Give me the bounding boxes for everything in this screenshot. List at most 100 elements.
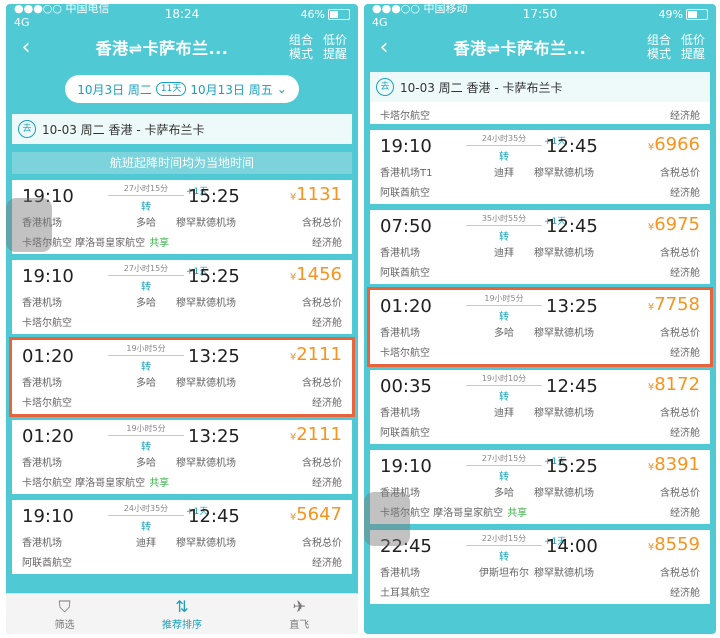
flight-card[interactable]: 19:10 24小时35分转 +1天 12:45 香港机场T1 迪拜 穆罕默德机场 阿联酋航空… [370,130,710,204]
transfer-label: 转 [141,522,151,533]
floating-assistive-button[interactable] [6,198,52,252]
departure-time: 00:35 [380,376,432,397]
departure-airport: 香港机场 [380,408,420,419]
back-chevron-icon[interactable]: ‹ [12,35,40,60]
arrival-time: 15:25 [546,456,598,477]
flight-card[interactable]: 01:20 19小时5分转 13:25 香港机场 多哈 穆罕默德机场 卡塔尔航空 ¥7758 含… [367,287,713,367]
route-title: 香港⇌卡萨布兰... [453,39,587,58]
combo-mode-button[interactable]: 组合 模式 [642,33,676,61]
status-bar: ●●●○○ 中国移动 4G 17:50 49% [364,4,716,29]
transfer-city: 多哈 [494,488,514,499]
price-total: ¥8559 [648,534,700,555]
flight-duration: 22小时15分 [481,534,527,543]
tax-included-label: 含税总价 [302,218,342,229]
flight-card[interactable]: 01:20 19小时5分转 13:25 香港机场 多哈 穆罕默德机场 卡塔尔航空 摩洛哥皇家… [12,420,352,494]
flight-duration: 27小时15分 [481,454,527,463]
tax-included-label: 含税总价 [302,538,342,549]
transfer-label: 转 [499,312,509,323]
transfer-label: 转 [499,232,509,243]
partial-flight-card[interactable]: 卡塔尔航空 经济舱 [370,102,710,124]
price-total: ¥1456 [290,264,342,285]
price-value: 1131 [296,184,342,205]
arrival-time: 12:45 [546,216,598,237]
flight-duration: 19小时5分 [484,294,524,303]
flight-duration: 27小时15分 [123,264,169,273]
transfer-label: 转 [499,392,509,403]
airline-name: 阿联酋航空 [380,264,430,279]
arrival-time: 12:45 [546,136,598,157]
flight-list: 19:10 24小时35分转 +1天 12:45 香港机场T1 迪拜 穆罕默德机场 阿联酋航空… [364,130,716,604]
flight-card[interactable]: 07:50 35小时55分转 +1天 12:45 香港机场 迪拜 穆罕默德机场 阿联酋航空 ¥6… [370,210,710,284]
nav-bar: ‹ 香港⇌卡萨布兰... 组合 模式 低价 提醒 [364,24,716,70]
airline-name: 卡塔尔航空 [22,314,72,329]
price-total: ¥5647 [290,504,342,525]
arrival-airport: 穆罕默德机场 [176,378,236,389]
flight-card[interactable]: 00:35 19小时10分转 12:45 香港机场 迪拜 穆罕默德机场 阿联酋航空 ¥8172… [370,370,710,444]
transfer-city: 迪拜 [136,538,156,549]
transfer-city: 多哈 [136,298,156,309]
price-total: ¥2111 [290,424,342,445]
airline-text: 阿联酋航空 [380,268,430,279]
codeshare-badge: 共享 [149,478,170,489]
sort-icon: ⇅ [175,597,189,616]
return-date: 10月13日 周五 [190,82,273,97]
arrival-airport: 穆罕默德机场 [534,248,594,259]
arrival-time: 15:25 [188,266,240,287]
flight-card[interactable]: 01:20 19小时5分转 13:25 香港机场 多哈 穆罕默德机场 卡塔尔航空 ¥2111 含… [9,337,355,417]
floating-assistive-button[interactable] [364,492,410,546]
price-total: ¥8172 [648,374,700,395]
flight-card[interactable]: 22:45 22小时15分转 +1天 14:00 香港机场 伊斯坦布尔 穆罕默德机场 土耳其航… [370,530,710,604]
departure-airport: 香港机场 [22,298,62,309]
filter-icon: ⛉ [58,597,71,616]
tax-included-label: 含税总价 [302,458,342,469]
price-value: 6975 [654,214,700,235]
arrival-airport: 穆罕默德机场 [534,568,594,579]
battery-indicator: 49% [596,8,708,21]
transfer-city: 多哈 [136,218,156,229]
filter-tab[interactable]: ⛉ 筛选 [6,594,123,634]
battery-indicator: 46% [238,8,350,21]
flight-card[interactable]: 19:10 27小时15分转 +1天 15:25 香港机场 多哈 穆罕默德机场 卡塔尔航空 摩… [12,180,352,254]
phone-screen-left: ●●●○○ 中国电信 4G 18:24 46% ‹ 香港⇌卡萨布兰... 组合 … [6,4,358,634]
route-line [466,145,542,146]
departure-airport: 香港机场T1 [380,168,433,179]
cabin-class: 经济舱 [670,348,700,359]
departure-time: 19:10 [22,506,74,527]
route-line [466,225,542,226]
local-time-notice: 航班起降时间均为当地时间 [12,152,352,174]
transfer-label: 转 [499,552,509,563]
flight-card[interactable]: 19:10 27小时15分转 +1天 15:25 香港机场 多哈 穆罕默德机场 卡塔尔航空 ¥1… [12,260,352,334]
transfer-city: 多哈 [136,378,156,389]
back-chevron-icon[interactable]: ‹ [370,35,398,60]
arrival-time: 13:25 [188,346,240,367]
low-price-alert-button[interactable]: 低价 提醒 [318,33,352,61]
tax-included-label: 含税总价 [302,378,342,389]
cabin-class: 经济舱 [312,238,342,249]
tax-included-label: 含税总价 [660,248,700,259]
airline-name: 卡塔尔航空 摩洛哥皇家航空 共享 [22,474,169,489]
date-range-selector[interactable]: 10月3日 周二 11天 10月13日 周五 ⌄ [65,75,299,103]
battery-icon [686,9,708,20]
flight-card[interactable]: 19:10 27小时15分转 +1天 15:25 香港机场 多哈 穆罕默德机场 卡塔尔航空 摩… [370,450,710,524]
arrival-time: 12:45 [546,376,598,397]
codeshare-badge: 共享 [149,238,170,249]
flight-card[interactable]: 19:10 24小时35分转 +1天 12:45 香港机场 迪拜 穆罕默德机场 阿联酋航空 ¥5… [12,500,352,574]
airline-name: 卡塔尔航空 [380,344,430,359]
direct-flight-tab[interactable]: ✈ 直飞 [241,594,358,634]
tax-included-label: 含税总价 [660,408,700,419]
route-line [108,275,184,276]
carrier-signal: ●●●○○ 中国电信 4G [14,4,110,29]
cabin-class: 经济舱 [312,558,342,569]
tax-included-label: 含税总价 [660,568,700,579]
transfer-city: 多哈 [494,328,514,339]
low-price-alert-button[interactable]: 低价 提醒 [676,33,710,61]
transfer-label: 转 [141,442,151,453]
departure-time: 19:10 [380,136,432,157]
phone-screen-right: ●●●○○ 中国移动 4G 17:50 49% ‹ 香港⇌卡萨布兰... 组合 … [364,4,716,634]
price-value: 2111 [296,344,342,365]
sort-tab[interactable]: ⇅ 推荐排序 [123,594,240,634]
cabin-class: 经济舱 [670,268,700,279]
flight-duration: 27小时15分 [123,184,169,193]
combo-mode-button[interactable]: 组合 模式 [284,33,318,61]
price-total: ¥6966 [648,134,700,155]
